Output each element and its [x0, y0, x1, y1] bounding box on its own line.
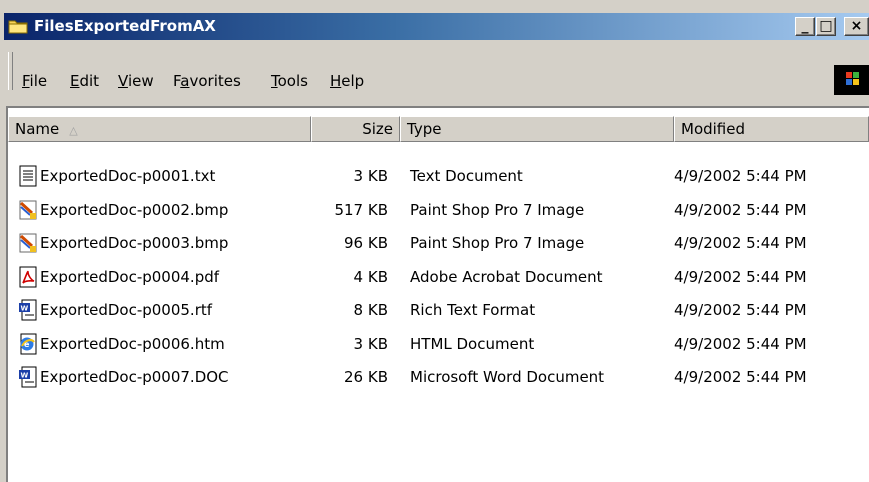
file-type: HTML Document — [410, 334, 535, 353]
paint-shop-pro-icon — [19, 200, 37, 219]
svg-text:W: W — [21, 372, 29, 380]
file-type: Text Document — [410, 167, 523, 185]
file-size: 8 KB — [353, 301, 388, 319]
file-row[interactable]: ExportedDoc-p0003.bmp 96 KB Paint Shop P… — [8, 227, 869, 261]
file-type: Paint Shop Pro 7 Image — [410, 234, 585, 252]
text-document-icon — [19, 165, 37, 187]
file-name: ExportedDoc-p0002.bmp — [40, 200, 229, 219]
minimize-icon: _ — [801, 18, 809, 34]
word-document-icon: W — [19, 366, 37, 388]
file-size: 96 KB — [344, 234, 388, 252]
column-header: Name △ Size Type Modified — [8, 116, 869, 142]
menu-tools[interactable]: Tools — [271, 72, 308, 90]
menu-edit[interactable]: Edit — [70, 72, 99, 90]
file-rows: ExportedDoc-p0001.txt 3 KB Text Document… — [8, 160, 869, 395]
explorer-window: FilesExportedFromAX _ □ × File Edit View… — [0, 0, 869, 482]
close-button[interactable]: × — [844, 17, 869, 36]
file-modified: 4/9/2002 5:44 PM — [674, 167, 807, 185]
file-modified: 4/9/2002 5:44 PM — [674, 368, 807, 386]
menu-favorites[interactable]: Favorites — [173, 72, 241, 90]
maximize-icon: □ — [819, 18, 833, 34]
folder-icon — [8, 20, 28, 34]
paint-shop-pro-icon — [19, 233, 37, 253]
file-row[interactable]: W ExportedDoc-p0005.rtf 8 KB Rich Text F… — [8, 294, 869, 328]
acrobat-pdf-icon — [19, 266, 37, 287]
menu-view[interactable]: View — [118, 72, 154, 90]
file-name: ExportedDoc-p0007.DOC — [40, 368, 229, 386]
svg-text:W: W — [21, 305, 29, 313]
menu-help[interactable]: Help — [330, 72, 364, 90]
file-size: 4 KB — [353, 267, 388, 286]
word-document-icon: W — [19, 299, 37, 321]
file-type: Rich Text Format — [410, 301, 536, 319]
file-row[interactable]: e ExportedDoc-p0006.htm 3 KB HTML Docume… — [8, 328, 869, 362]
column-modified[interactable]: Modified — [674, 116, 869, 142]
file-row[interactable]: ExportedDoc-p0001.txt 3 KB Text Document… — [8, 160, 869, 194]
file-name: ExportedDoc-p0005.rtf — [40, 301, 213, 319]
file-row[interactable]: ExportedDoc-p0004.pdf 4 KB Adobe Acrobat… — [8, 261, 869, 295]
file-modified: 4/9/2002 5:44 PM — [674, 267, 807, 286]
window-title: FilesExportedFromAX — [34, 17, 216, 35]
file-size: 3 KB — [353, 167, 388, 185]
file-type: Microsoft Word Document — [410, 368, 605, 386]
column-modified-label: Modified — [681, 120, 746, 138]
column-size[interactable]: Size — [311, 116, 400, 142]
file-row[interactable]: W ExportedDoc-p0007.DOC 26 KB Microsoft … — [8, 361, 869, 395]
file-name: ExportedDoc-p0003.bmp — [40, 234, 229, 252]
file-type: Adobe Acrobat Document — [410, 267, 603, 286]
column-size-label: Size — [362, 120, 393, 138]
title-bar[interactable]: FilesExportedFromAX _ □ × — [4, 13, 869, 40]
file-row[interactable]: ExportedDoc-p0002.bmp 517 KB Paint Shop … — [8, 194, 869, 228]
file-modified: 4/9/2002 5:44 PM — [674, 200, 807, 219]
column-type[interactable]: Type — [400, 116, 674, 142]
toolbar-grip[interactable] — [8, 52, 13, 90]
windows-logo-icon — [834, 65, 869, 95]
file-size: 3 KB — [353, 334, 388, 353]
file-modified: 4/9/2002 5:44 PM — [674, 301, 807, 319]
file-size: 517 KB — [334, 200, 388, 219]
minimize-button[interactable]: _ — [795, 17, 815, 36]
file-type: Paint Shop Pro 7 Image — [410, 200, 585, 219]
sort-ascending-icon: △ — [69, 124, 78, 137]
file-name: ExportedDoc-p0004.pdf — [40, 267, 220, 286]
close-icon: × — [850, 18, 863, 34]
file-list[interactable]: Name △ Size Type Modified ExportedDoc-p00… — [6, 106, 869, 482]
menu-file[interactable]: File — [22, 72, 47, 90]
column-name[interactable]: Name △ — [8, 116, 311, 142]
file-modified: 4/9/2002 5:44 PM — [674, 334, 807, 353]
svg-text:e: e — [24, 340, 30, 349]
column-type-label: Type — [407, 120, 442, 138]
maximize-button[interactable]: □ — [816, 17, 836, 36]
menu-bar: File Edit View Favorites Tools Help — [4, 42, 869, 102]
html-document-icon: e — [20, 333, 37, 354]
file-modified: 4/9/2002 5:44 PM — [674, 234, 807, 252]
file-name: ExportedDoc-p0006.htm — [40, 334, 225, 353]
file-name: ExportedDoc-p0001.txt — [40, 167, 216, 185]
column-name-label: Name — [15, 120, 60, 138]
file-size: 26 KB — [344, 368, 388, 386]
